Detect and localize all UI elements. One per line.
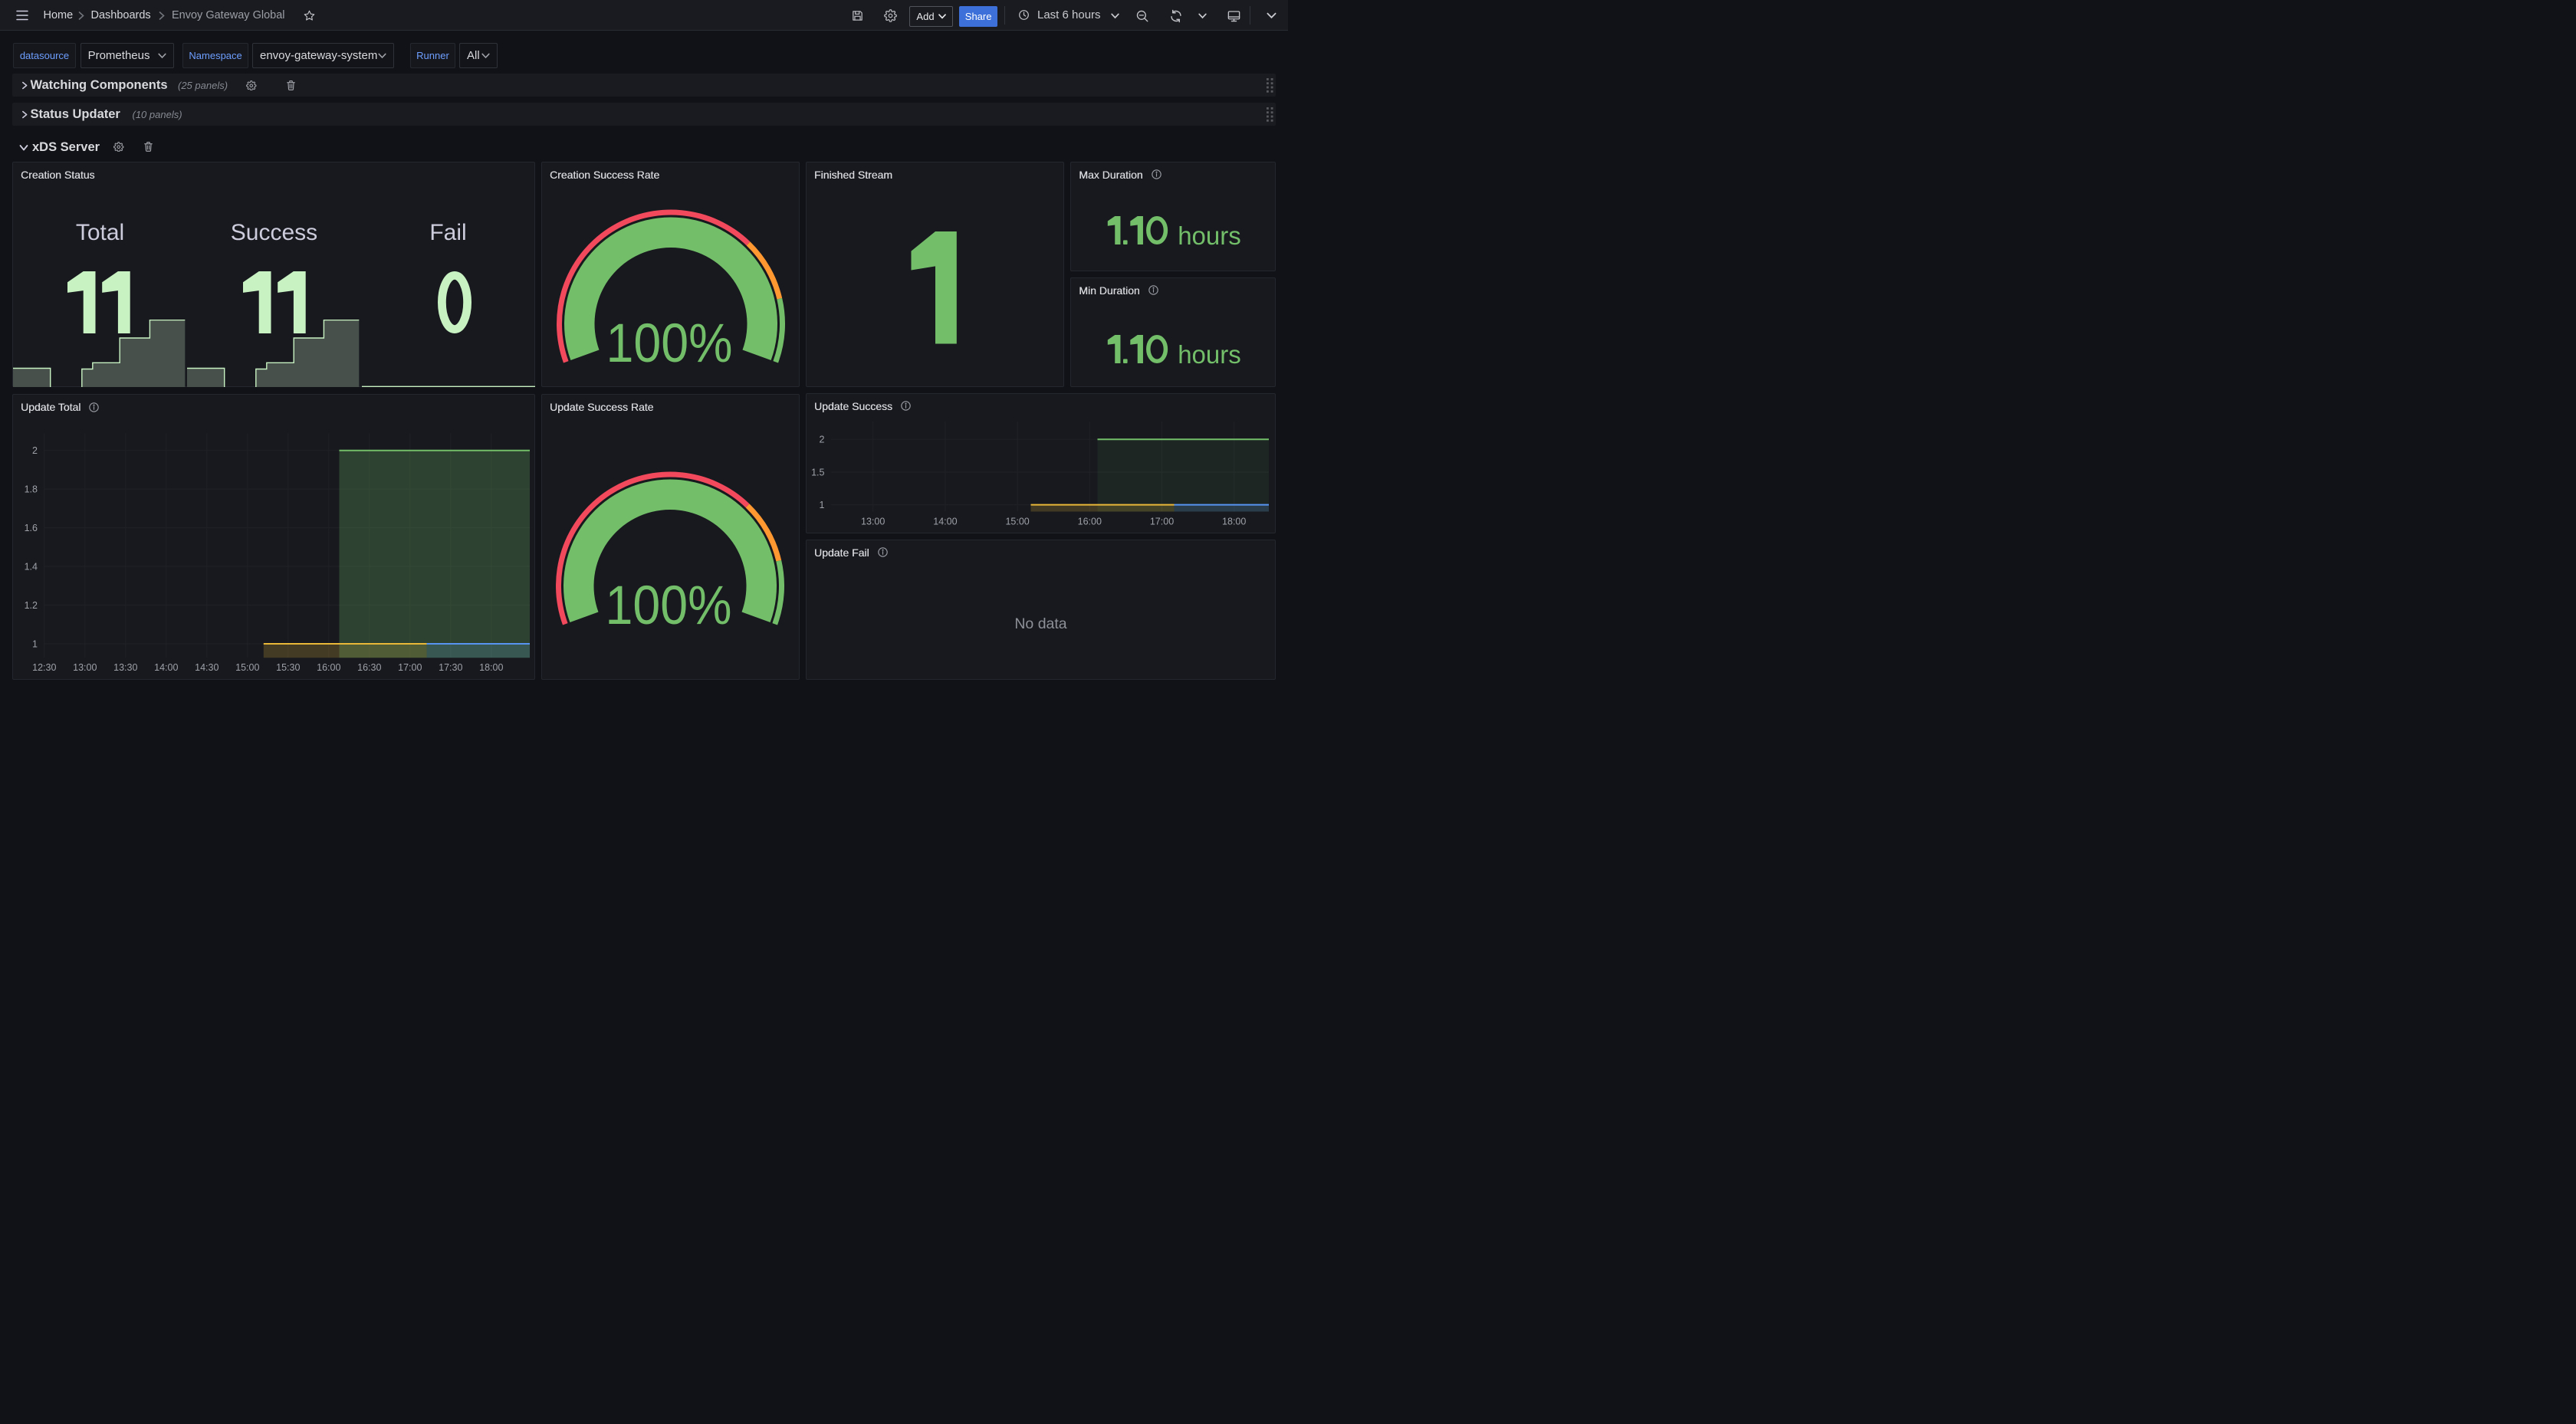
svg-text:1: 1 (32, 638, 38, 649)
svg-text:14:30: 14:30 (195, 662, 219, 673)
svg-text:14:00: 14:00 (933, 516, 957, 527)
svg-text:15:00: 15:00 (1005, 516, 1029, 527)
svg-text:hours: hours (1178, 221, 1241, 250)
svg-text:1: 1 (820, 500, 825, 510)
svg-text:12:30: 12:30 (32, 662, 56, 673)
svg-text:hours: hours (1178, 340, 1241, 369)
svg-text:17:00: 17:00 (1150, 516, 1174, 527)
svg-text:100%: 100% (606, 313, 733, 374)
svg-text:18:00: 18:00 (1222, 516, 1246, 527)
svg-text:16:00: 16:00 (317, 662, 340, 673)
svg-text:17:30: 17:30 (439, 662, 462, 673)
svg-text:15:00: 15:00 (235, 662, 259, 673)
svg-text:18:00: 18:00 (479, 662, 503, 673)
svg-text:17:00: 17:00 (398, 662, 422, 673)
svg-text:1.8: 1.8 (25, 484, 38, 494)
svg-text:1.2: 1.2 (25, 600, 38, 611)
svg-text:15:30: 15:30 (276, 662, 300, 673)
svg-text:2: 2 (820, 434, 825, 445)
svg-text:13:00: 13:00 (73, 662, 97, 673)
svg-text:14:00: 14:00 (154, 662, 178, 673)
svg-text:2: 2 (32, 445, 38, 456)
svg-text:16:30: 16:30 (357, 662, 381, 673)
svg-text:100%: 100% (606, 575, 732, 636)
svg-text:13:00: 13:00 (861, 516, 885, 527)
svg-text:13:30: 13:30 (113, 662, 137, 673)
svg-text:1.5: 1.5 (811, 467, 824, 477)
svg-text:1.6: 1.6 (25, 523, 38, 533)
svg-text:1.4: 1.4 (25, 561, 38, 572)
svg-text:16:00: 16:00 (1078, 516, 1102, 527)
